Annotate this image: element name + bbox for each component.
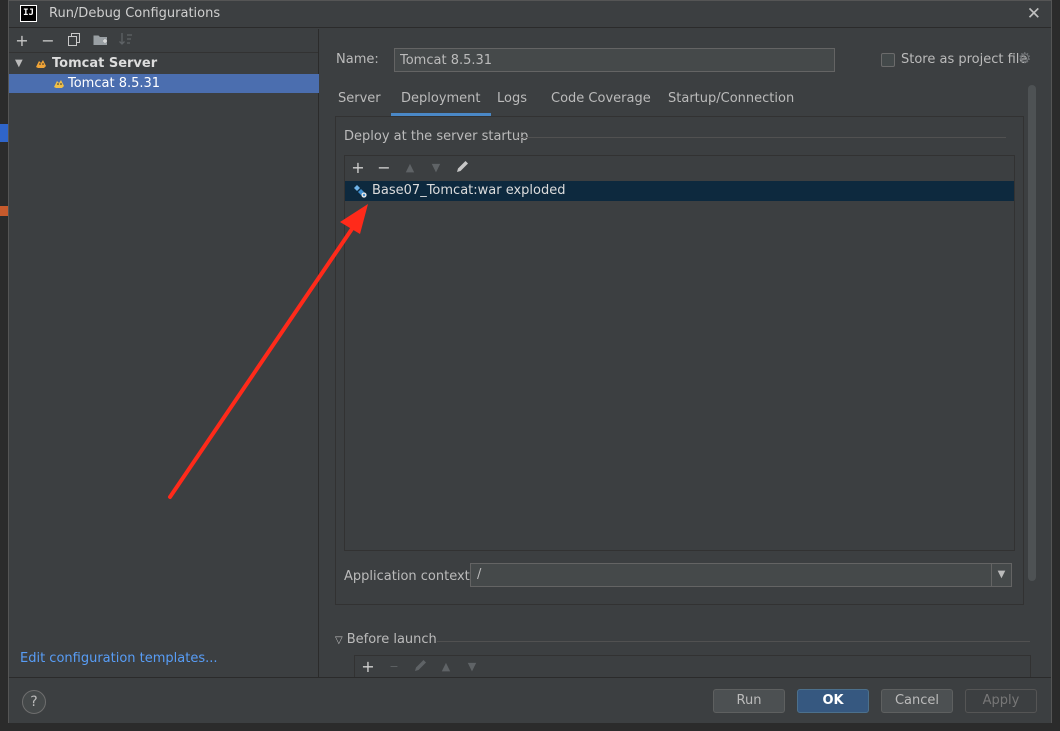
artifact-row[interactable]: Base07_Tomcat:war exploded (345, 181, 1014, 201)
gear-icon[interactable]: ⚙ (1018, 49, 1031, 67)
configuration-editor-pane: Name: Store as project file ⚙ Server Dep… (320, 29, 1051, 677)
sort-configurations-button[interactable] (116, 31, 136, 51)
name-label: Name: (336, 52, 379, 67)
tab-server[interactable]: Server (338, 85, 381, 117)
tab-deployment[interactable]: Deployment (391, 85, 491, 117)
tab-startup-connection[interactable]: Startup/Connection (668, 85, 794, 117)
chevron-down-icon: ▽ (335, 635, 343, 646)
remove-configuration-button[interactable]: − (38, 31, 58, 51)
move-to-folder-button[interactable] (90, 31, 110, 51)
deployment-panel: Deploy at the server startup + − ▲ ▼ Bas… (335, 116, 1024, 605)
move-task-down-button[interactable]: ▼ (461, 656, 483, 678)
tab-code-coverage[interactable]: Code Coverage (551, 85, 651, 117)
application-context-value: / (477, 567, 482, 582)
artifact-icon (354, 185, 367, 198)
cancel-button[interactable]: Cancel (881, 689, 953, 713)
configurations-tree-pane: + − ▼ Tomcat Server Tomcat 8.5.31 Edit c… (9, 29, 319, 677)
background-editor-highlight (0, 124, 8, 142)
pencil-icon (456, 161, 468, 172)
store-as-project-file-checkbox[interactable] (881, 53, 895, 67)
store-as-project-file-label: Store as project file (901, 52, 1028, 67)
background-editor-marker (0, 206, 8, 216)
chevron-down-icon: ▼ (15, 58, 23, 69)
intellij-logo-icon: IJ (20, 5, 37, 22)
help-button[interactable]: ? (22, 690, 46, 714)
edit-configuration-templates-link[interactable]: Edit configuration templates... (20, 651, 218, 666)
edit-artifact-button[interactable] (451, 157, 473, 179)
copy-configuration-button[interactable] (64, 31, 84, 51)
run-button[interactable]: Run (713, 689, 785, 713)
configuration-name-input[interactable] (394, 48, 835, 72)
application-context-label: Application context: (344, 569, 475, 584)
chevron-down-icon[interactable]: ▼ (991, 564, 1011, 586)
artifact-label: Base07_Tomcat:war exploded (372, 183, 566, 198)
tomcat-icon (54, 80, 64, 88)
before-launch-toggle[interactable]: ▽ Before launch (335, 632, 437, 647)
before-launch-label: Before launch (346, 632, 437, 647)
title-bar: IJ Run/Debug Configurations ✕ (9, 1, 1051, 28)
copy-icon (67, 33, 80, 46)
section-divider (437, 641, 1030, 642)
run-debug-configurations-dialog: IJ Run/Debug Configurations ✕ + − ▼ Tomc… (8, 0, 1052, 723)
sort-icon (119, 33, 132, 45)
tree-group-tomcat-server[interactable]: ▼ Tomcat Server (9, 54, 319, 73)
application-context-combobox[interactable]: / ▼ (470, 563, 1012, 587)
pencil-icon (414, 660, 426, 671)
add-before-launch-task-button[interactable]: + (357, 656, 379, 678)
remove-before-launch-task-button[interactable]: − (383, 656, 405, 678)
artifact-list: + − ▲ ▼ Base07_Tomcat:war exploded (344, 155, 1015, 551)
artifact-toolbar: + − ▲ ▼ (345, 156, 1014, 180)
add-configuration-button[interactable]: + (12, 31, 32, 51)
vertical-scrollbar[interactable] (1028, 85, 1036, 581)
window-title: Run/Debug Configurations (49, 6, 221, 21)
tomcat-icon (36, 60, 46, 68)
edit-before-launch-task-button[interactable] (409, 656, 431, 678)
tree-group-label: Tomcat Server (52, 56, 158, 71)
close-icon[interactable]: ✕ (1027, 4, 1041, 24)
new-folder-icon (93, 35, 107, 45)
section-divider (516, 137, 1006, 138)
tree-toolbar: + − (9, 29, 318, 53)
tab-logs[interactable]: Logs (497, 85, 527, 117)
remove-artifact-button[interactable]: − (373, 157, 395, 179)
move-down-button[interactable]: ▼ (425, 157, 447, 179)
deploy-section-title: Deploy at the server startup (344, 129, 529, 144)
dialog-button-bar: ? Run OK Cancel Apply (9, 677, 1051, 723)
add-artifact-button[interactable]: + (347, 157, 369, 179)
apply-button[interactable]: Apply (965, 689, 1037, 713)
move-up-button[interactable]: ▲ (399, 157, 421, 179)
tree-item-label: Tomcat 8.5.31 (68, 76, 161, 91)
ok-button[interactable]: OK (797, 689, 869, 713)
move-task-up-button[interactable]: ▲ (435, 656, 457, 678)
before-launch-toolbar: + − ▲ ▼ (354, 655, 1031, 677)
tree-item-tomcat-8-5-31[interactable]: Tomcat 8.5.31 (9, 74, 319, 93)
